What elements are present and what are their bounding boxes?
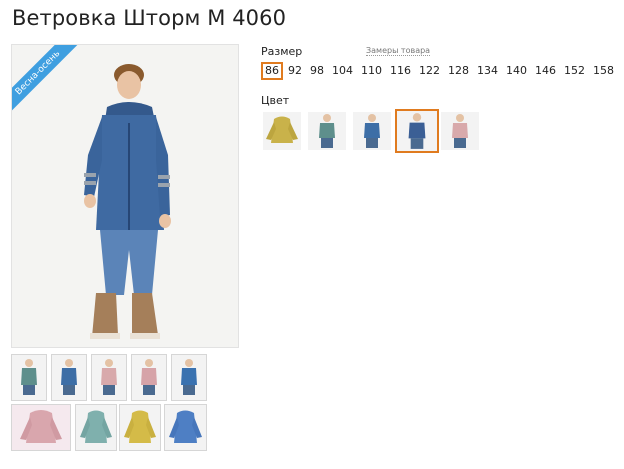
size-option[interactable]: 152 xyxy=(561,62,588,80)
size-option[interactable]: 116 xyxy=(387,62,414,80)
swatch-image xyxy=(308,112,346,150)
gallery-thumb-mustard-jacket[interactable] xyxy=(119,404,161,451)
size-options: 86 92 98 104 110 116 122 128 134 140 146… xyxy=(261,62,619,80)
thumb-image xyxy=(172,355,206,400)
gallery-thumb-teal-jacket[interactable] xyxy=(75,404,117,451)
size-chart-link[interactable]: Замеры товара xyxy=(366,46,431,56)
thumb-image xyxy=(52,355,86,400)
size-option[interactable]: 98 xyxy=(307,62,327,80)
size-option[interactable]: 146 xyxy=(532,62,559,80)
swatch-image xyxy=(353,112,391,150)
thumb-image xyxy=(12,405,70,450)
swatch-image xyxy=(441,112,479,150)
product-title: Ветровка Шторм М 4060 xyxy=(12,6,287,30)
gallery-thumb-blue[interactable] xyxy=(51,354,87,401)
gallery-thumb-pink-2[interactable] xyxy=(131,354,167,401)
size-option[interactable]: 140 xyxy=(503,62,530,80)
main-product-photo[interactable]: Весна-осень xyxy=(11,44,239,348)
size-option[interactable]: 122 xyxy=(416,62,443,80)
color-swatch-pink[interactable] xyxy=(441,112,479,150)
color-swatch-blue[interactable] xyxy=(353,112,391,150)
gallery-thumb-pink[interactable] xyxy=(91,354,127,401)
boy-in-jacket-image xyxy=(12,45,238,347)
gallery-thumb-teal[interactable] xyxy=(11,354,47,401)
swatch-image xyxy=(263,112,301,150)
thumb-image xyxy=(165,405,206,450)
size-option[interactable]: 104 xyxy=(329,62,356,80)
color-swatch-navy-blue-selected[interactable] xyxy=(395,109,439,153)
gallery-thumb-pink-jacket[interactable] xyxy=(11,404,71,451)
thumb-image xyxy=(132,355,166,400)
color-label: Цвет xyxy=(261,94,290,107)
size-option[interactable]: 110 xyxy=(358,62,385,80)
size-option[interactable]: 134 xyxy=(474,62,501,80)
thumb-image xyxy=(92,355,126,400)
gallery-thumb-blue-jacket[interactable] xyxy=(164,404,207,451)
color-swatch-teal[interactable] xyxy=(308,112,346,150)
size-option[interactable]: 158 xyxy=(590,62,617,80)
color-swatch-mustard[interactable] xyxy=(263,112,301,150)
thumb-image xyxy=(120,405,160,450)
size-label: Размер xyxy=(261,45,303,58)
size-option[interactable]: 92 xyxy=(285,62,305,80)
size-option-selected[interactable]: 86 xyxy=(261,62,283,80)
gallery-thumb-blue-2[interactable] xyxy=(171,354,207,401)
thumb-image xyxy=(12,355,46,400)
thumb-image xyxy=(76,405,116,450)
swatch-image xyxy=(397,111,437,151)
size-option[interactable]: 128 xyxy=(445,62,472,80)
